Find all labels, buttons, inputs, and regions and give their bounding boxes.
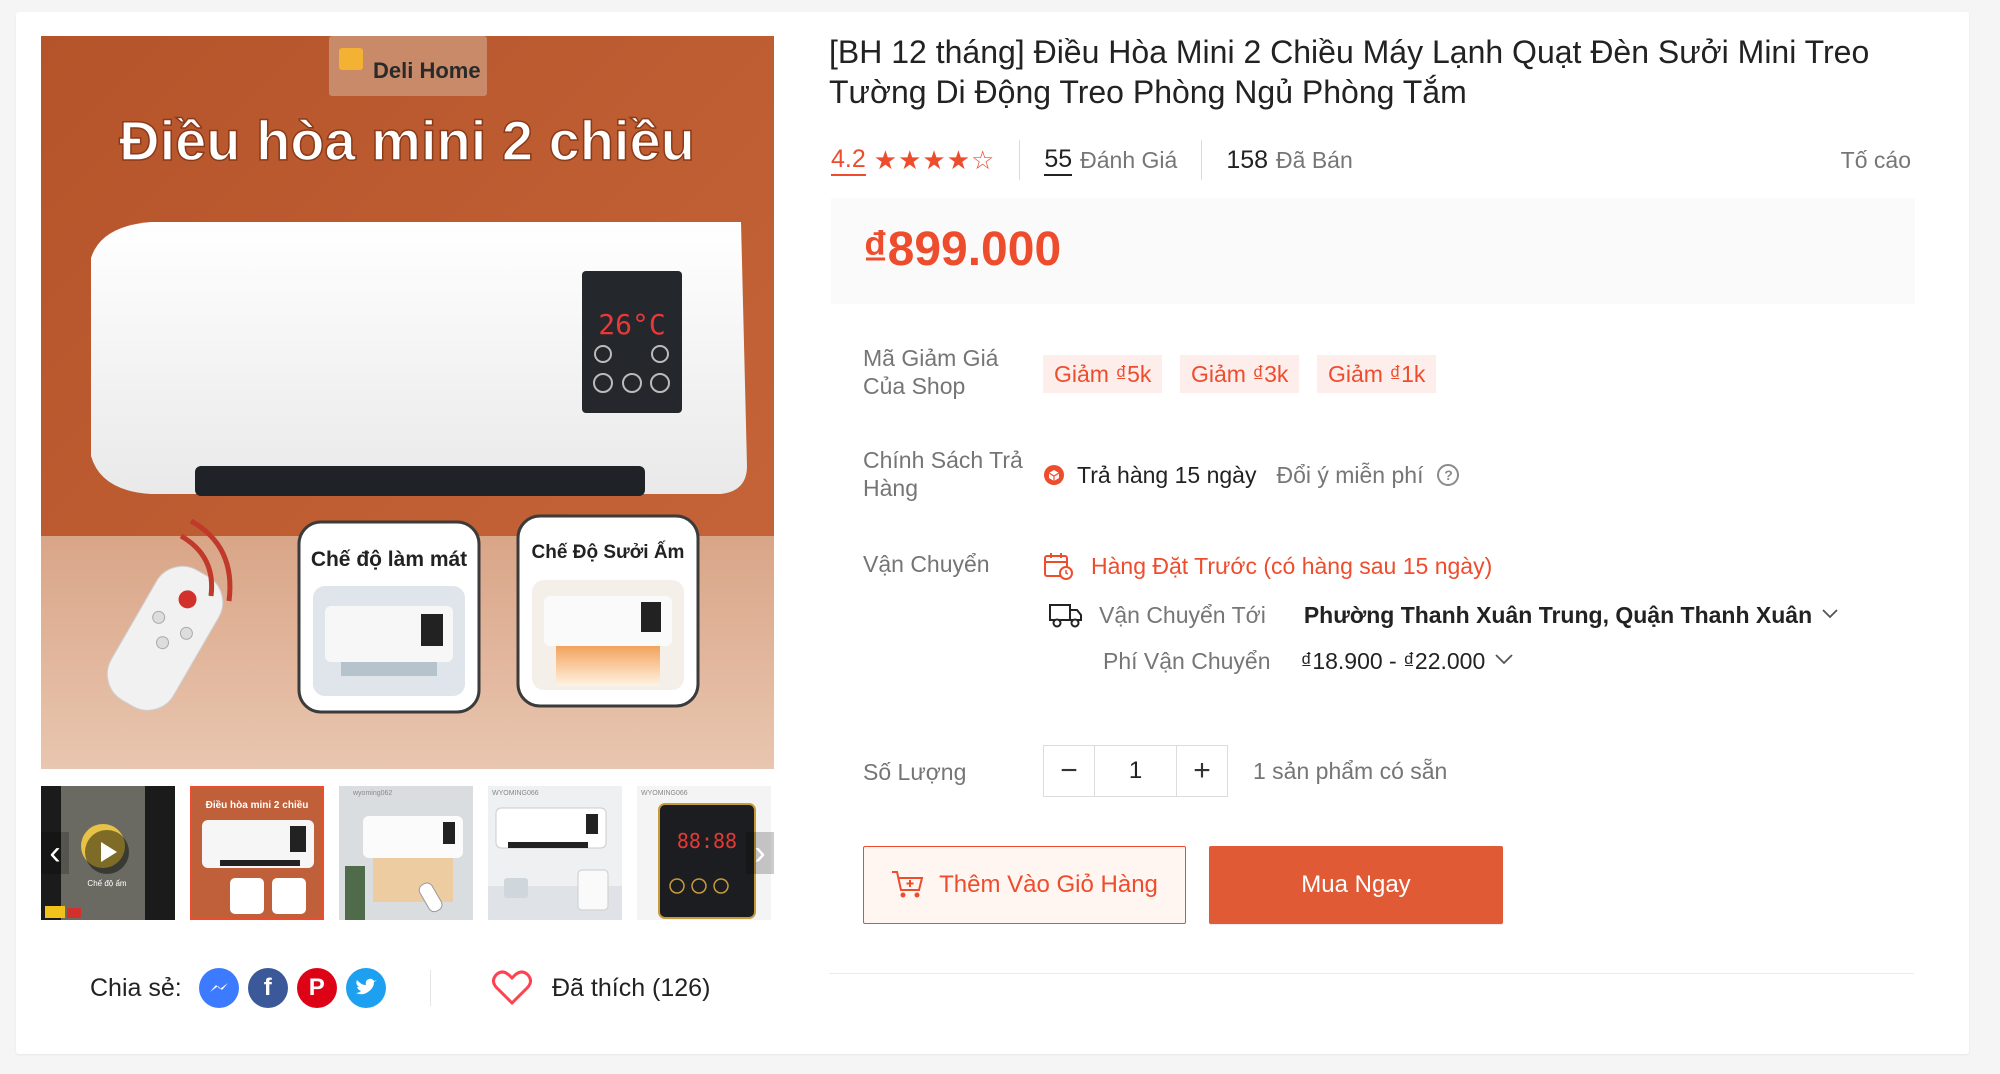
thumb-heater[interactable]: wyoming062 xyxy=(339,786,473,920)
shipping-fee-value[interactable]: ₫18.900 - ₫22.000 xyxy=(1301,648,1486,675)
star-icon: ★ xyxy=(922,145,946,175)
return-note: Đổi ý miễn phí xyxy=(1276,461,1424,488)
sold-count: 158 xyxy=(1226,146,1269,174)
chevron-down-icon[interactable] xyxy=(1495,652,1513,670)
share-divider xyxy=(430,970,431,1006)
calendar-icon xyxy=(1044,553,1073,580)
like-button[interactable]: Đã thích (126) xyxy=(492,966,710,1010)
thumb-prev-arrow[interactable]: ‹ xyxy=(41,832,69,874)
thumb-heater-caption: wyoming062 xyxy=(352,790,392,797)
image-headline-text: Điều hòa mini 2 chiều xyxy=(119,109,695,172)
ship-to-row: Vận Chuyển Tới Phường Thanh Xuân Trung, … xyxy=(1049,598,1838,632)
shipping-fee-row: Phí Vận Chuyển ₫18.900 - ₫22.000 xyxy=(1103,644,1513,678)
thumb-panel-caption: WYOMING066 xyxy=(641,790,688,797)
pinterest-icon[interactable]: P xyxy=(296,968,337,1008)
buy-now-label: Mua Ngay xyxy=(1301,871,1411,898)
sold-label: Đã Bán xyxy=(1276,146,1353,173)
ship-to-label: Vận Chuyển Tới xyxy=(1099,601,1266,628)
voucher-label: Mã Giảm Giá Của Shop xyxy=(863,345,999,399)
voucher-tag[interactable]: Giảm ₫1k xyxy=(1317,355,1437,393)
twitter-icon[interactable] xyxy=(345,968,386,1008)
shipping-fee-label: Phí Vận Chuyển xyxy=(1103,647,1271,674)
thumb-banner[interactable]: Điều hòa mini 2 chiều xyxy=(190,786,324,920)
buy-now-button[interactable]: Mua Ngay xyxy=(1209,846,1503,924)
price-section: ₫899.000 xyxy=(831,198,1915,304)
increase-quantity-button[interactable]: + xyxy=(1177,746,1227,796)
chevron-down-icon[interactable] xyxy=(1822,606,1838,624)
quantity-label: Số Lượng xyxy=(863,759,967,785)
reviews-count[interactable]: 55 xyxy=(1044,144,1073,176)
thumb-panel-display: 88:88 xyxy=(677,829,737,853)
star-icon: ★ xyxy=(898,145,922,175)
stock-available: 1 sản phẩm có sẵn xyxy=(1253,758,1448,784)
add-to-cart-label: Thêm Vào Giỏ Hàng xyxy=(939,871,1158,898)
shipping-label: Vận Chuyển xyxy=(863,551,990,577)
add-to-cart-button[interactable]: Thêm Vào Giỏ Hàng xyxy=(863,846,1186,924)
product-title: [BH 12 tháng] Điều Hòa Mini 2 Chiều Máy … xyxy=(829,34,1870,110)
cart-icon xyxy=(892,871,924,898)
heart-icon xyxy=(492,970,532,1006)
thumb-bathroom[interactable]: WYOMING066 xyxy=(488,786,622,920)
truck-icon xyxy=(1049,604,1082,628)
main-product-image[interactable]: Deli Home Điều hòa mini 2 chiều 26°C Chế… xyxy=(41,36,774,769)
rating-score[interactable]: 4.2 xyxy=(831,144,866,176)
return-badge-icon xyxy=(1044,465,1064,485)
product-price: ₫899.000 xyxy=(863,223,1062,276)
reviews-label: Đánh Giá xyxy=(1080,146,1178,173)
star-empty-icon: ☆ xyxy=(971,145,995,175)
rating-divider xyxy=(1201,140,1203,180)
thumb-next-arrow[interactable]: › xyxy=(746,832,774,874)
facebook-icon[interactable]: f xyxy=(247,968,288,1008)
return-policy: Trả hàng 15 ngày Đổi ý miễn phí ? xyxy=(1043,460,1460,490)
quantity-input[interactable] xyxy=(1094,746,1177,796)
image-brand-text: Deli Home xyxy=(373,58,481,83)
star-icon: ★ xyxy=(873,145,898,175)
return-policy-label: Chính Sách Trả Hàng xyxy=(863,447,1023,501)
preorder-notice: Hàng Đặt Trước (có hàng sau 15 ngày) xyxy=(1043,550,1492,582)
thumb-video-caption: Chế độ ấm xyxy=(87,879,126,888)
mode-heat-label: Chế Độ Sưởi Ấm xyxy=(532,541,685,563)
mode-cool-label: Chế độ làm mát xyxy=(311,548,467,571)
share-row: Chia sẻ: f P xyxy=(90,966,386,1010)
image-display-text: 26°C xyxy=(598,308,665,341)
section-divider xyxy=(829,973,1914,974)
messenger-icon[interactable] xyxy=(198,968,239,1008)
share-label: Chia sẻ: xyxy=(90,973,182,1002)
help-icon[interactable]: ? xyxy=(1437,464,1460,486)
thumb-banner-caption: Điều hòa mini 2 chiều xyxy=(206,799,309,811)
rating-row: 4.2 ★ ★ ★ ★ ☆ 55 Đánh Giá 158 Đã Bán Tố … xyxy=(831,140,1911,180)
report-link[interactable]: Tố cáo xyxy=(1841,147,1911,174)
quantity-stepper: − + xyxy=(1043,745,1228,797)
rating-divider xyxy=(1019,140,1021,180)
decrease-quantity-button[interactable]: − xyxy=(1044,746,1094,796)
thumb-bathroom-caption: WYOMING066 xyxy=(492,790,539,797)
like-label: Đã thích (126) xyxy=(552,973,711,1002)
voucher-tag[interactable]: Giảm ₫5k xyxy=(1043,355,1163,393)
ship-to-value[interactable]: Phường Thanh Xuân Trung, Quận Thanh Xuân xyxy=(1304,602,1812,629)
rating-stars: ★ ★ ★ ★ ☆ xyxy=(874,147,996,173)
star-icon: ★ xyxy=(946,145,971,175)
voucher-tag[interactable]: Giảm ₫3k xyxy=(1180,355,1300,393)
preorder-text: Hàng Đặt Trước (có hàng sau 15 ngày) xyxy=(1091,552,1493,579)
return-policy-text: Trả hàng 15 ngày xyxy=(1077,461,1257,488)
thumbnail-strip: Chế độ ấm Điều hòa mini 2 chiều wyoming0… xyxy=(41,786,774,920)
